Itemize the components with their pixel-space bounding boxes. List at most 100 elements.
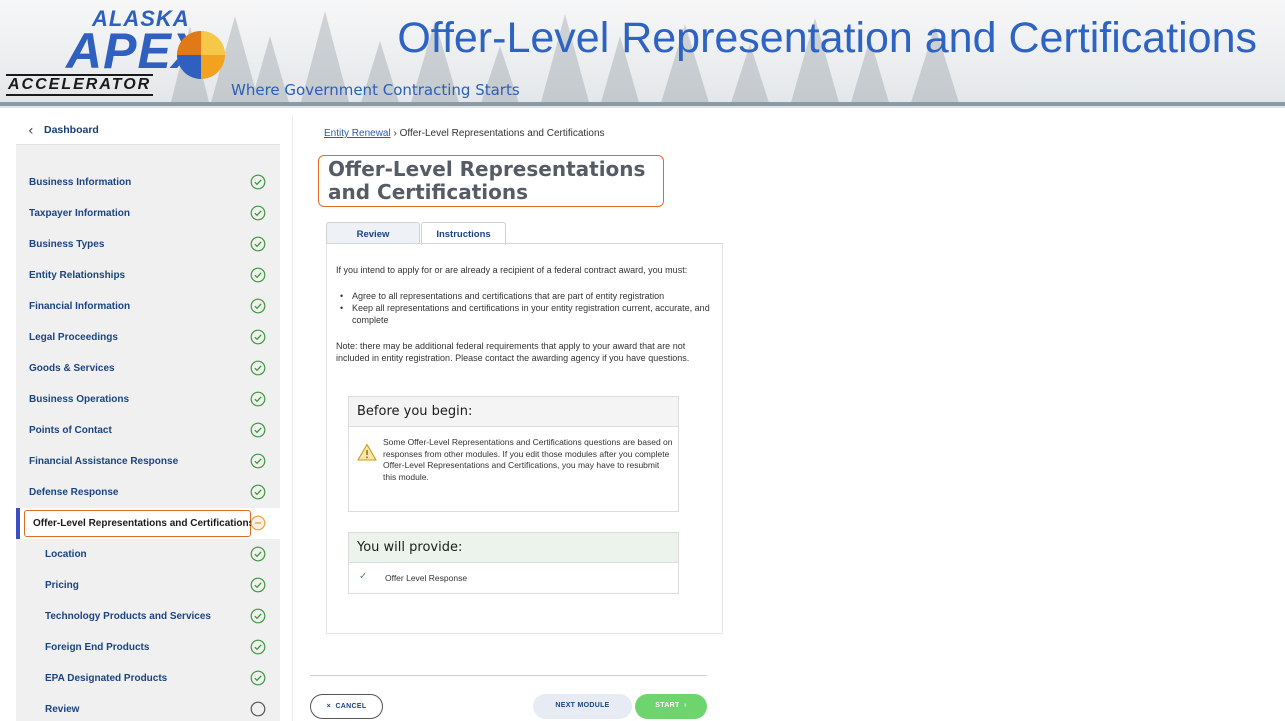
sidebar-item-label: Financial Assistance Response: [29, 456, 179, 467]
sidebar-item-taxpayer-information[interactable]: Taxpayer Information: [16, 198, 280, 229]
list-item-text: Agree to all representations and certifi…: [352, 291, 665, 301]
card-heading: You will provide:: [357, 540, 463, 555]
sidebar-item-pricing[interactable]: Pricing: [16, 570, 280, 601]
check-circle-icon: [250, 205, 266, 221]
sidebar-item-label: Financial Information: [29, 301, 131, 312]
footer-divider: [310, 675, 707, 676]
checkmark-icon: ✓: [359, 571, 368, 582]
dashboard-label: Dashboard: [44, 124, 99, 136]
bullet-icon: •: [340, 303, 344, 313]
bullet-icon: •: [340, 291, 344, 301]
instructions-panel: If you intend to apply for or are alread…: [326, 244, 723, 634]
current-item-indicator: [16, 508, 20, 539]
list-item-text: Keep all representations and certificati…: [352, 303, 710, 325]
slide-title: Offer-Level Representation and Certifica…: [397, 14, 1257, 62]
sidebar-item-label: Review: [45, 704, 80, 715]
sidebar-item-technology-products[interactable]: Technology Products and Services: [16, 601, 280, 632]
sidebar-item-label: Defense Response: [29, 487, 119, 498]
check-circle-icon: [250, 577, 266, 593]
sidebar-item-location[interactable]: Location: [16, 539, 280, 570]
sidebar-item-label: Business Operations: [29, 394, 130, 405]
sidebar-item-epa-designated-products[interactable]: EPA Designated Products: [16, 663, 280, 694]
sidebar-item-points-of-contact[interactable]: Points of Contact: [16, 415, 280, 446]
sidebar-item-label: Taxpayer Information: [29, 208, 130, 219]
sidebar-item-label: Pricing: [45, 580, 79, 591]
check-circle-icon: [250, 422, 266, 438]
list-item: • Agree to all representations and certi…: [336, 290, 726, 302]
card-heading: Before you begin:: [357, 404, 473, 419]
card-header: Before you begin:: [349, 397, 678, 427]
check-circle-icon: [250, 546, 266, 562]
sidebar-item-offer-level-reps-certs[interactable]: Offer-Level Representations and Certific…: [16, 508, 280, 539]
sidebar-item-business-operations[interactable]: Business Operations: [16, 384, 280, 415]
chevron-left-icon: ‹: [28, 123, 34, 139]
start-button-label: START: [655, 702, 680, 709]
card-header: You will provide:: [349, 533, 678, 563]
sidebar-item-defense-response[interactable]: Defense Response: [16, 477, 280, 508]
chevron-right-icon: ›: [684, 702, 687, 709]
banner-divider: [0, 102, 1285, 106]
start-button[interactable]: START ›: [635, 694, 707, 719]
apex-logo: ALASKA APEX ACCELERATOR: [4, 2, 234, 100]
check-circle-icon: [250, 267, 266, 283]
cancel-button[interactable]: × CANCEL: [310, 694, 383, 719]
slide-banner: ALASKA APEX ACCELERATOR Where Government…: [0, 0, 1285, 108]
sidebar-item-business-types[interactable]: Business Types: [16, 229, 280, 260]
sidebar-item-label: Location: [45, 549, 87, 560]
sidebar-item-label: Offer-Level Representations and Certific…: [33, 518, 255, 529]
sidebar-item-label: Foreign End Products: [45, 642, 150, 653]
you-will-provide-card: You will provide: ✓ Offer Level Response: [348, 532, 679, 594]
next-module-button[interactable]: NEXT MODULE: [533, 694, 632, 719]
slide-tagline: Where Government Contracting Starts: [231, 81, 520, 99]
sidebar-item-business-information[interactable]: Business Information: [16, 167, 280, 198]
check-circle-icon: [250, 484, 266, 500]
module-sidebar: ‹ Dashboard Business Information Taxpaye…: [16, 115, 280, 721]
sidebar-item-label: Business Types: [29, 239, 105, 250]
check-circle-icon: [250, 329, 266, 345]
breadcrumb-separator: ›: [390, 128, 400, 139]
in-progress-circle-icon: [250, 515, 266, 531]
sidebar-item-entity-relationships[interactable]: Entity Relationships: [16, 260, 280, 291]
sidebar-item-label: Entity Relationships: [29, 270, 126, 281]
close-icon: ×: [326, 703, 331, 710]
breadcrumb-current: Offer-Level Representations and Certific…: [399, 128, 605, 139]
check-circle-icon: [250, 639, 266, 655]
sidebar-item-review[interactable]: Review: [16, 694, 280, 721]
logo-accelerator-text: ACCELERATOR: [6, 74, 154, 96]
sidebar-item-financial-information[interactable]: Financial Information: [16, 291, 280, 322]
tab-review[interactable]: Review: [326, 222, 420, 244]
check-circle-icon: [250, 360, 266, 376]
empty-circle-icon: [250, 701, 266, 717]
page-title: Offer-Level Representations and Certific…: [328, 157, 646, 204]
before-you-begin-card: Before you begin: Some Offer-Level Repre…: [348, 396, 679, 512]
list-item: • Keep all representations and certifica…: [336, 302, 726, 328]
sidebar-item-label: Legal Proceedings: [29, 332, 118, 343]
breadcrumb: Entity Renewal › Offer-Level Representat…: [324, 128, 605, 139]
page-title-highlight: Offer-Level Representations and Certific…: [318, 155, 664, 207]
sidebar-item-label: Technology Products and Services: [45, 611, 211, 622]
check-circle-icon: [250, 608, 266, 624]
check-circle-icon: [250, 391, 266, 407]
sidebar-item-goods-services[interactable]: Goods & Services: [16, 353, 280, 384]
provide-item: Offer Level Response: [385, 573, 468, 583]
cancel-button-label: CANCEL: [335, 703, 367, 710]
sidebar-item-label: Points of Contact: [29, 425, 112, 436]
sidebar-item-label: Business Information: [29, 177, 132, 188]
sidebar-item-financial-assistance-response[interactable]: Financial Assistance Response: [16, 446, 280, 477]
instructions-note: Note: there may be additional federal re…: [336, 341, 690, 363]
card-text: Some Offer-Level Representations and Cer…: [383, 437, 673, 482]
module-main-panel: Entity Renewal › Offer-Level Representat…: [292, 115, 723, 721]
check-circle-icon: [250, 298, 266, 314]
warning-icon: [357, 443, 377, 461]
sidebar-item-foreign-end-products[interactable]: Foreign End Products: [16, 632, 280, 663]
sidebar-item-legal-proceedings[interactable]: Legal Proceedings: [16, 322, 280, 353]
instructions-intro: If you intend to apply for or are alread…: [336, 265, 688, 275]
breadcrumb-link-entity-renewal[interactable]: Entity Renewal: [324, 128, 391, 139]
sam-screenshot: ‹ Dashboard Business Information Taxpaye…: [16, 115, 723, 721]
check-circle-icon: [250, 174, 266, 190]
check-circle-icon: [250, 236, 266, 252]
dashboard-back-link[interactable]: ‹ Dashboard: [16, 115, 280, 145]
sidebar-item-label: Goods & Services: [29, 363, 115, 374]
tab-instructions[interactable]: Instructions: [421, 222, 506, 245]
check-circle-icon: [250, 453, 266, 469]
